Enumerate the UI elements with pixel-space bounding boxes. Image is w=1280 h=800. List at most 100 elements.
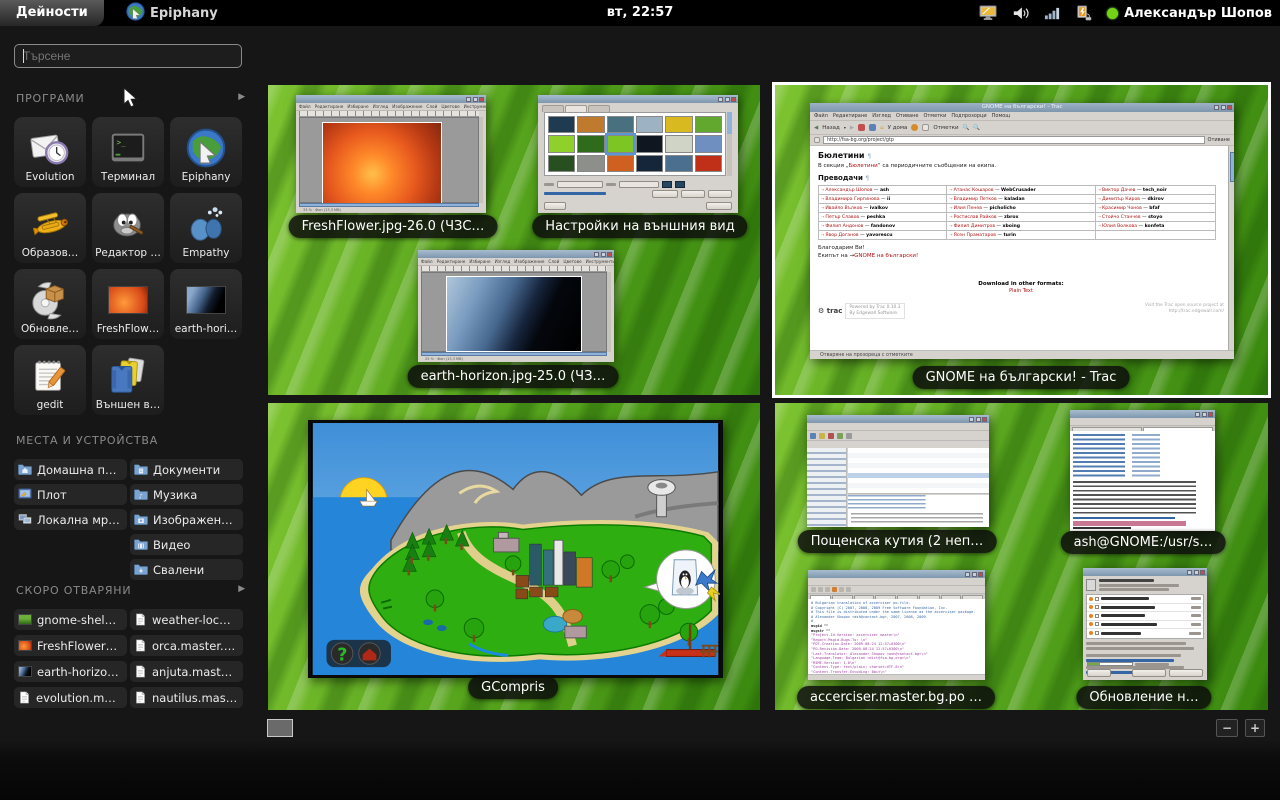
folder-pictures-icon bbox=[134, 513, 148, 525]
workspace-1[interactable]: ФайлРедактиранеИзбиранеИзгледИзображение… bbox=[268, 85, 760, 395]
user-menu[interactable]: Александър Шопов bbox=[1107, 6, 1272, 21]
evolution-preview-pane bbox=[848, 495, 989, 527]
window-appearance[interactable] bbox=[538, 95, 738, 213]
app-label: earth-hori… bbox=[175, 323, 238, 335]
app-tile-4[interactable]: Редактор … bbox=[92, 193, 164, 263]
place-0[interactable]: Домашна п… bbox=[14, 459, 127, 480]
workspace-indicator[interactable] bbox=[267, 719, 293, 737]
recent-item-0[interactable]: weather-loc… bbox=[130, 609, 243, 630]
workspace-3[interactable]: ? GCompris bbox=[268, 403, 760, 710]
place-0[interactable]: Документи bbox=[130, 459, 243, 480]
trac-page-content: Бюлетини ¶ В секция „Бюлетини“ са период… bbox=[810, 146, 1234, 350]
earth-image bbox=[446, 276, 582, 352]
place-3[interactable]: Видео bbox=[130, 534, 243, 555]
recent-item-2[interactable]: anjuta.mast… bbox=[130, 661, 243, 682]
appearance-wallpaper-grid bbox=[544, 112, 726, 176]
window-label-evolution: Пощенска кутия (2 неп… bbox=[798, 530, 997, 553]
gedit-menubar bbox=[808, 578, 985, 586]
app-tile-5[interactable]: Empathy bbox=[170, 193, 242, 263]
folder-home-icon bbox=[18, 463, 32, 475]
text-caret bbox=[23, 49, 24, 63]
app-tile-6[interactable]: Обновле… bbox=[14, 269, 86, 339]
window-label-freshflower: FreshFlower.jpg-26.0 (ЧЗС… bbox=[289, 215, 498, 238]
history-icon bbox=[911, 124, 918, 131]
window-terminal[interactable] bbox=[1070, 410, 1215, 531]
window-gedit[interactable]: # Bulgarian translation of accerciser po… bbox=[808, 570, 985, 680]
app-tile-0[interactable]: Evolution bbox=[14, 117, 86, 187]
recent-item-1[interactable]: orca.master.… bbox=[130, 635, 243, 656]
terminal-menubar bbox=[1070, 418, 1215, 426]
item-label: Документи bbox=[153, 463, 220, 477]
updates-header bbox=[1083, 576, 1207, 594]
app-tile-1[interactable]: >_Терминал bbox=[92, 117, 164, 187]
volume-icon[interactable] bbox=[1012, 6, 1030, 20]
window-gcompris[interactable]: ? bbox=[308, 420, 723, 678]
recent-item-3[interactable]: nautilus.mas… bbox=[130, 687, 243, 708]
item-label: weather-loc… bbox=[152, 613, 231, 627]
app-label: Външен в… bbox=[96, 399, 160, 411]
recent-expander-icon[interactable]: ▶ bbox=[238, 584, 246, 594]
thumb-earth-icon bbox=[18, 666, 32, 677]
programs-expander-icon[interactable]: ▶ bbox=[238, 92, 246, 102]
trac-urlbar: http://fsa-bg.org/project/gtp Отиване bbox=[810, 135, 1234, 146]
power-icon[interactable] bbox=[1075, 5, 1092, 21]
place-1[interactable]: ♪Музика bbox=[130, 484, 243, 505]
appearance-button-2 bbox=[681, 190, 705, 198]
recent-item-3[interactable]: evolution.m… bbox=[14, 687, 127, 708]
evolution-folder-pane bbox=[807, 448, 847, 527]
thumb-flower-icon bbox=[18, 640, 32, 651]
appearance-button-3 bbox=[708, 190, 732, 198]
app-label: Образов… bbox=[22, 247, 79, 259]
recent-item-2[interactable]: earth-horizo… bbox=[14, 661, 127, 682]
window-label-trac: GNOME на български! - Trac bbox=[913, 366, 1130, 389]
gedit-text: # Bulgarian translation of accerciser po… bbox=[808, 599, 985, 674]
place-4[interactable]: Свалени bbox=[130, 559, 243, 580]
gedit-icon bbox=[29, 353, 71, 399]
place-2[interactable]: Локална мр… bbox=[14, 509, 127, 530]
app-tile-10[interactable]: Външен в… bbox=[92, 345, 164, 415]
places-header: МЕСТА И УСТРОЙСТВА bbox=[16, 434, 246, 447]
trac-toolbar: ◀Назад▾ ▶ ⌂У дома Отметки 🔍🔍 bbox=[810, 121, 1234, 135]
window-evolution[interactable] bbox=[807, 415, 989, 527]
freshflower-menubar: ФайлРедактиранеИзбиранеИзгледИзображение… bbox=[296, 103, 486, 111]
recent-item-0[interactable]: gnome-shel… bbox=[14, 609, 127, 630]
app-tile-2[interactable]: Epiphany bbox=[170, 117, 242, 187]
workspace-4[interactable]: Пощенска кутия (2 неп… ash@GNOME:/usr/s…… bbox=[775, 403, 1268, 710]
appearance-color1-swatch bbox=[662, 181, 672, 188]
window-freshflower[interactable]: ФайлРедактиранеИзбиранеИзгледИзображение… bbox=[296, 95, 486, 213]
item-label: Домашна п… bbox=[37, 463, 117, 477]
recent-item-1[interactable]: FreshFlower… bbox=[14, 635, 127, 656]
updates-titlebar bbox=[1083, 568, 1207, 576]
item-label: nautilus.mas… bbox=[152, 691, 237, 705]
search-input[interactable] bbox=[14, 44, 242, 68]
appearance-color-combo bbox=[619, 181, 659, 188]
app-tile-7[interactable]: FreshFlow… bbox=[92, 269, 164, 339]
window-label-updates: Обновление н… bbox=[1076, 686, 1211, 709]
window-earth-horizon[interactable]: ФайлРедактиранеИзбиранеИзгледИзображение… bbox=[418, 250, 614, 362]
window-trac[interactable]: GNOME на български! - Trac ФайлРедактира… bbox=[810, 103, 1234, 359]
display-icon[interactable] bbox=[979, 5, 998, 21]
status-icons bbox=[979, 5, 1092, 21]
app-tile-9[interactable]: gedit bbox=[14, 345, 86, 415]
network-signal-icon[interactable] bbox=[1044, 6, 1061, 19]
thumb-earth-icon bbox=[186, 277, 226, 323]
workspace-remove-button[interactable]: − bbox=[1216, 719, 1238, 737]
app-tile-8[interactable]: earth-hori… bbox=[170, 269, 242, 339]
trac-url-field: http://fsa-bg.org/project/gtp bbox=[823, 136, 1205, 144]
bookmark-icon bbox=[922, 124, 929, 131]
place-2[interactable]: Изображен… bbox=[130, 509, 243, 530]
workspace-2-active[interactable]: GNOME на български! - Trac ФайлРедактира… bbox=[772, 82, 1271, 398]
doc-icon bbox=[134, 613, 147, 626]
window-updates[interactable] bbox=[1083, 568, 1207, 680]
doc-icon bbox=[134, 691, 147, 704]
app-tile-3[interactable]: Образов… bbox=[14, 193, 86, 263]
evolution-menubar bbox=[807, 423, 989, 431]
gedit-titlebar bbox=[808, 570, 985, 578]
workspace-add-button[interactable]: + bbox=[1245, 719, 1265, 737]
trac-go-button: Отиване bbox=[1208, 137, 1230, 143]
recent-col1: gnome-shel… FreshFlower… earth-horizo… evol… bbox=[14, 609, 127, 708]
evolution-body bbox=[807, 448, 989, 527]
place-1[interactable]: Плот bbox=[14, 484, 127, 505]
freshflower-canvas bbox=[299, 117, 479, 203]
trac-logo: ⚙ trac bbox=[818, 307, 842, 315]
